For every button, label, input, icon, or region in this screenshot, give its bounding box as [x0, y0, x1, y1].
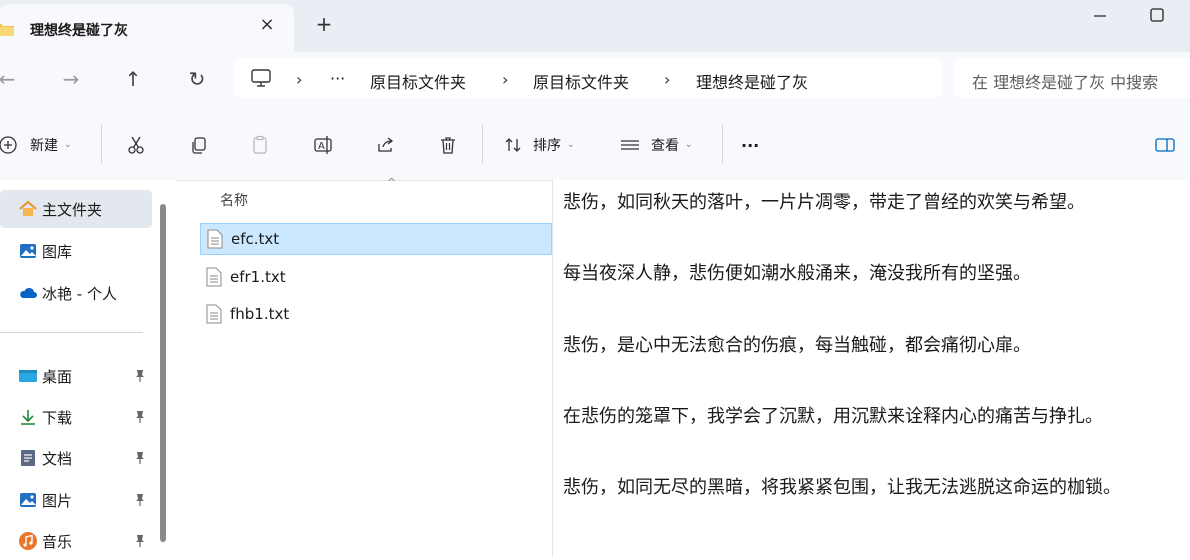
breadcrumb-item[interactable]: 原目标文件夹: [533, 69, 629, 93]
more-options-button[interactable]: ···: [741, 134, 759, 156]
text-file-icon: [206, 304, 222, 324]
toolbar-divider: [722, 124, 723, 164]
view-label: 查看: [651, 138, 679, 154]
tab-active[interactable]: 理想终是碰了灰 ×: [0, 4, 294, 52]
pin-icon[interactable]: [134, 534, 146, 551]
breadcrumb-separator: ›: [664, 70, 671, 89]
desktop-icon: [18, 366, 38, 386]
paste-icon: [250, 134, 270, 156]
sort-icon: [503, 135, 523, 155]
sidebar-scrollbar[interactable]: [160, 204, 166, 542]
this-pc-icon[interactable]: [250, 68, 272, 88]
sidebar-item-pictures[interactable]: 图片: [0, 481, 152, 519]
chevron-down-icon: ⌄: [567, 140, 575, 150]
pin-icon[interactable]: [134, 410, 146, 427]
text-file-icon: [207, 229, 223, 249]
pin-icon[interactable]: [134, 493, 146, 510]
sidebar-item-label: 下载: [42, 408, 73, 427]
sidebar-item-label: 音乐: [42, 532, 73, 551]
folder-icon: [0, 22, 14, 36]
sidebar-item-home[interactable]: 主文件夹: [0, 190, 152, 228]
pin-icon[interactable]: [134, 369, 146, 386]
file-name: efr1.txt: [230, 268, 286, 286]
sidebar-item-label: 桌面: [42, 367, 73, 386]
new-tab-button[interactable]: +: [314, 14, 334, 34]
file-name: efc.txt: [231, 230, 280, 248]
breadcrumb-item-current[interactable]: 理想终是碰了灰: [696, 69, 808, 93]
chevron-down-icon: ⌄: [685, 140, 693, 150]
music-icon: [18, 531, 38, 551]
sidebar-item-desktop[interactable]: 桌面: [0, 357, 152, 395]
preview-text-line: 每当夜深人静，悲伤便如潮水般涌来，淹没我所有的坚强。: [563, 263, 1031, 284]
chevron-down-icon: ⌄: [64, 140, 72, 150]
breadcrumb-item[interactable]: 原目标文件夹: [370, 69, 466, 93]
toolbar-divider: [482, 124, 483, 164]
copy-icon[interactable]: [189, 134, 209, 156]
maximize-icon[interactable]: [1148, 6, 1166, 24]
file-name: fhb1.txt: [230, 305, 290, 323]
rename-icon[interactable]: A: [313, 134, 335, 156]
minimize-icon[interactable]: [1090, 8, 1110, 22]
new-label: 新建: [30, 138, 58, 154]
cut-icon[interactable]: [126, 134, 146, 156]
preview-text-line: 悲伤，如同无尽的黑暗，将我紧紧包围，让我无法逃脱这命运的枷锁。: [563, 477, 1121, 498]
up-icon[interactable]: ↑: [118, 64, 148, 94]
sidebar-item-gallery[interactable]: 图库: [0, 232, 152, 270]
sidebar-item-music[interactable]: 音乐: [0, 522, 152, 560]
tab-close-icon[interactable]: ×: [258, 16, 276, 34]
sort-label: 排序: [533, 138, 561, 154]
view-button[interactable]: 查看 ⌄: [619, 134, 693, 156]
sidebar-item-label: 图片: [42, 491, 73, 510]
delete-icon[interactable]: [438, 134, 458, 156]
refresh-icon[interactable]: ↻: [182, 64, 212, 94]
svg-text:A: A: [318, 141, 325, 152]
sidebar-item-documents[interactable]: 文档: [0, 439, 152, 477]
tab-title: 理想终是碰了灰: [30, 23, 128, 39]
new-button[interactable]: 新建 ⌄: [0, 134, 72, 156]
toolbar-divider: [101, 124, 102, 164]
forward-icon[interactable]: →: [56, 64, 86, 94]
file-row[interactable]: fhb1.txt: [200, 298, 552, 330]
column-header-name[interactable]: 名称: [220, 190, 248, 210]
back-icon[interactable]: ←: [0, 64, 22, 94]
sidebar-item-onedrive[interactable]: 冰艳 - 个人: [0, 274, 152, 312]
search-placeholder[interactable]: 在 理想终是碰了灰 中搜索: [972, 69, 1158, 93]
file-row[interactable]: efr1.txt: [200, 261, 552, 293]
pictures-icon: [18, 490, 38, 510]
sidebar-item-label: 冰艳 - 个人: [42, 284, 117, 303]
view-icon: [619, 135, 641, 155]
breadcrumb-separator: ›: [502, 70, 509, 89]
home-icon: [18, 199, 38, 219]
download-icon: [18, 407, 38, 427]
preview-text-line: 悲伤，是心中无法愈合的伤痕，每当触碰，都会痛彻心扉。: [563, 335, 1031, 356]
sort-button[interactable]: 排序 ⌄: [503, 134, 575, 156]
breadcrumb-separator: ›: [296, 70, 303, 89]
sidebar-divider: [0, 332, 143, 333]
plus-circle-icon: [0, 135, 18, 155]
cloud-icon: [18, 283, 38, 303]
details-pane-icon[interactable]: [1154, 134, 1176, 156]
sidebar-item-downloads[interactable]: 下载: [0, 398, 152, 436]
text-file-icon: [206, 267, 222, 287]
breadcrumb-more-button[interactable]: ···: [330, 69, 345, 88]
sidebar-item-label: 文档: [42, 449, 73, 468]
sort-ascending-icon: ^: [387, 176, 397, 189]
pin-icon[interactable]: [134, 451, 146, 468]
preview-text-line: 悲伤，如同秋天的落叶，一片片凋零，带走了曾经的欢笑与希望。: [563, 192, 1085, 213]
preview-text-line: 在悲伤的笼罩下，我学会了沉默，用沉默来诠释内心的痛苦与挣扎。: [563, 406, 1103, 427]
gallery-icon: [18, 241, 38, 261]
command-bar: [0, 108, 1190, 181]
sidebar-item-label: 主文件夹: [42, 200, 103, 219]
share-icon[interactable]: [375, 134, 395, 156]
file-row[interactable]: efc.txt: [200, 223, 552, 255]
sidebar-item-label: 图库: [42, 242, 73, 261]
preview-pane: [552, 180, 1190, 556]
document-icon: [18, 448, 38, 468]
